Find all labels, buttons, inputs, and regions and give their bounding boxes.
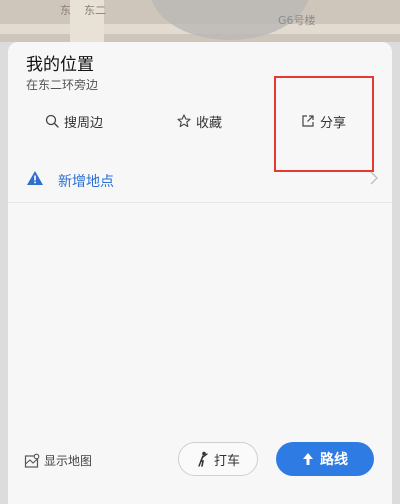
location-card: 我的位置 在东二环旁边 搜周边 收藏 分享 新增地点 显示地图 打车 路线 (8, 42, 392, 504)
route-button[interactable]: 路线 (276, 442, 374, 476)
taxi-person-icon (196, 451, 210, 467)
add-place-label: 新增地点 (58, 174, 114, 190)
share-button[interactable]: 分享 (300, 108, 346, 134)
star-icon (176, 113, 192, 129)
chevron-right-icon (370, 170, 378, 189)
bottom-action-bar: 显示地图 打车 路线 (8, 434, 392, 498)
search-nearby-label: 搜周边 (64, 115, 104, 131)
location-subtitle: 在东二环旁边 (26, 78, 99, 92)
location-title: 我的位置 (26, 55, 94, 75)
route-label: 路线 (320, 452, 348, 468)
arrow-up-icon (302, 452, 314, 466)
show-map-button[interactable]: 显示地图 (24, 452, 92, 469)
add-place-row[interactable]: 新增地点 (8, 158, 392, 202)
map-street-label: 东二 (84, 4, 106, 17)
search-nearby-button[interactable]: 搜周边 (44, 108, 103, 134)
action-row: 搜周边 收藏 分享 (8, 108, 392, 134)
search-icon (44, 113, 60, 129)
map-street-label: 东 (60, 4, 71, 17)
taxi-button[interactable]: 打车 (178, 442, 258, 476)
favorite-button[interactable]: 收藏 (176, 108, 222, 134)
share-label: 分享 (320, 115, 347, 131)
map-building-label: G6号楼 (278, 14, 316, 27)
share-icon (300, 113, 316, 129)
map-icon (24, 453, 40, 469)
favorite-label: 收藏 (196, 115, 223, 131)
warning-icon (26, 170, 44, 190)
map-view[interactable]: 东 东二 G6号楼 (0, 0, 400, 42)
taxi-label: 打车 (213, 453, 240, 469)
show-map-label: 显示地图 (44, 454, 93, 468)
divider (8, 202, 392, 203)
